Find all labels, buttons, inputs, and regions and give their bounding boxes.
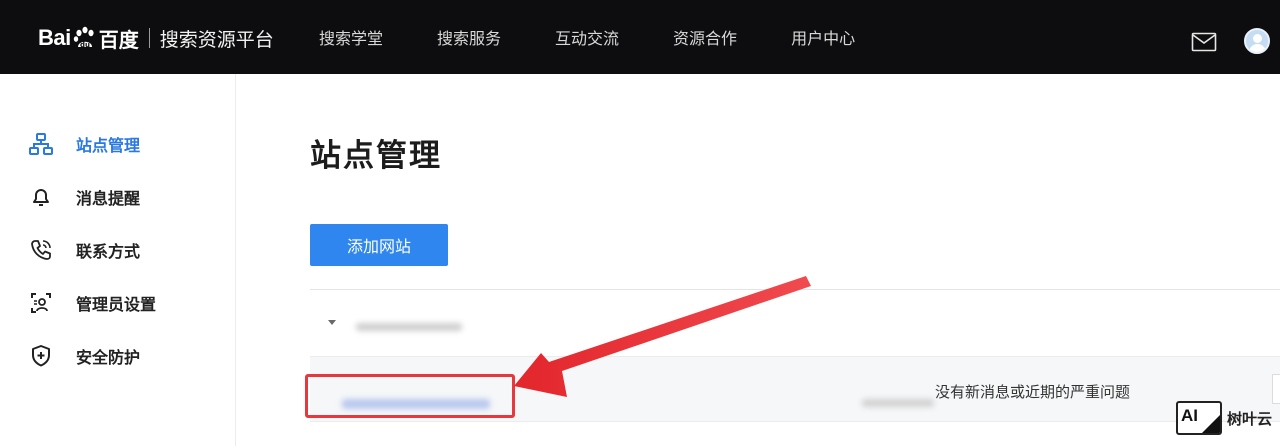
baidu-paw-icon: du xyxy=(73,26,94,49)
sidebar-item-label: 消息提醒 xyxy=(76,189,141,208)
sidebar-item-contact[interactable]: 联系方式 xyxy=(28,237,140,263)
watermark-badge: AI xyxy=(1181,406,1198,425)
add-website-button[interactable]: 添加网站 xyxy=(310,224,448,266)
blurred-site-info xyxy=(862,399,934,407)
annotation-highlight-box xyxy=(305,374,515,418)
logo-platform-name: 搜索资源平台 xyxy=(159,28,274,51)
watermark-logo-icon: AI xyxy=(1176,401,1222,435)
nav-cooperation[interactable]: 资源合作 xyxy=(673,25,737,49)
sidebar-item-site-management[interactable]: 站点管理 xyxy=(28,131,140,157)
top-nav: 搜索学堂 搜索服务 互动交流 资源合作 用户中心 xyxy=(319,0,909,74)
watermark-text: 树叶云 xyxy=(1227,409,1273,428)
admin-card-icon xyxy=(28,290,54,316)
svg-text:du: du xyxy=(80,41,90,49)
phone-icon xyxy=(28,237,54,263)
shield-plus-icon xyxy=(28,343,54,369)
baidu-logo[interactable]: Bai du 百度 搜索资源平台 xyxy=(38,22,274,54)
blurred-group-name xyxy=(356,323,462,331)
sidebar-item-security[interactable]: 安全防护 xyxy=(28,343,140,369)
user-avatar[interactable] xyxy=(1244,28,1270,54)
logo-baidu-cn: 百度 xyxy=(98,27,139,52)
sidebar-item-label: 管理员设置 xyxy=(76,295,157,314)
nav-community[interactable]: 互动交流 xyxy=(555,25,619,49)
sidebar-item-notifications[interactable]: 消息提醒 xyxy=(28,184,140,210)
row-action-edge[interactable] xyxy=(1272,374,1280,404)
watermark-mountain-shape xyxy=(1202,415,1220,433)
logo-separator xyxy=(148,28,150,48)
nav-search-service[interactable]: 搜索服务 xyxy=(437,25,501,49)
site-status-text: 没有新消息或近期的严重问题 xyxy=(935,383,1131,401)
site-tree-icon xyxy=(28,131,54,157)
sidebar-item-label: 站点管理 xyxy=(76,136,141,155)
nav-user-center[interactable]: 用户中心 xyxy=(791,25,855,49)
bell-icon xyxy=(28,184,54,210)
page-title: 站点管理 xyxy=(310,138,442,174)
nav-search-school[interactable]: 搜索学堂 xyxy=(319,25,383,49)
avatar-head-shape xyxy=(1253,34,1262,43)
caret-down-icon[interactable] xyxy=(328,320,336,325)
site-group-row[interactable] xyxy=(310,290,1280,356)
top-navigation-bar: Bai du 百度 搜索资源平台 搜索学堂 搜索服务 互动交流 资源合作 用户中… xyxy=(0,0,1280,74)
watermark: AI 树叶云 xyxy=(1176,400,1272,436)
avatar-body-shape xyxy=(1249,44,1266,52)
logo-bai-text: Bai xyxy=(38,25,71,50)
sidebar: 站点管理 消息提醒 联系方式 管理员设置 安全防护 xyxy=(0,74,236,446)
mail-icon[interactable] xyxy=(1191,32,1217,52)
sidebar-item-admin-settings[interactable]: 管理员设置 xyxy=(28,290,156,316)
sidebar-item-label: 联系方式 xyxy=(76,242,141,261)
sidebar-item-label: 安全防护 xyxy=(76,348,141,367)
